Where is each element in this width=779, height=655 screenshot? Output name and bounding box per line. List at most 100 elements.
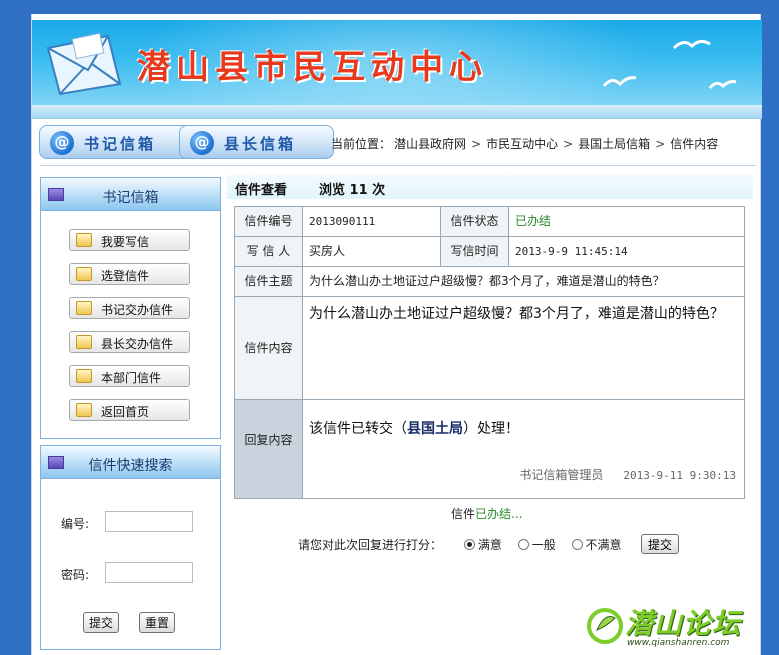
forum-watermark: 潜山论坛 www.qianshanren.com (585, 600, 775, 652)
tab-county-mayor-mailbox[interactable]: @ 县长信箱 (179, 125, 334, 159)
number-input[interactable] (105, 511, 193, 532)
password-input[interactable] (105, 562, 193, 583)
number-label-cell: 信件编号 (235, 207, 303, 237)
tab-label: 县长信箱 (224, 135, 297, 153)
breadcrumb-separator: > (655, 137, 666, 151)
rating-option-label: 一般 (531, 538, 556, 552)
letter-title-bar: 信件查看 浏览 11 次 (227, 175, 753, 199)
reply-prefix: 该信件已转交（ (309, 421, 407, 437)
rating-submit-button[interactable]: 提交 (641, 534, 679, 554)
header-banner: 潜山县市民互动中心 (32, 20, 762, 105)
breadcrumb-link[interactable]: 潜山县政府网 (394, 137, 466, 151)
panel-header: 信件快速搜索 (41, 446, 220, 479)
rating-option-label: 满意 (477, 538, 502, 552)
time-label-cell: 写信时间 (441, 237, 509, 267)
letter-subject: 为什么潜山办土地证过户超级慢？都3个月了，难道是潜山的特色？ (309, 274, 665, 288)
mailbox-menu-panel: 书记信箱 我要写信 选登信件 书记交办信件 县长交办信件 本部门信件 返回首页 (40, 177, 221, 439)
envelope-logo-icon (46, 32, 122, 96)
reply-footer: 书记信箱管理员 2013-9-11 9:30:13 (519, 466, 736, 483)
number-label: 编号: (61, 517, 90, 531)
table-label: 写 信 人 (246, 244, 291, 258)
at-icon: @ (190, 131, 214, 155)
menu-mayor-assigned-button[interactable]: 县长交办信件 (69, 331, 190, 353)
breadcrumb-separator: > (563, 137, 574, 151)
menu-label: 书记交办信件 (101, 303, 174, 317)
reply-label-cell: 回复内容 (235, 400, 303, 498)
writer-value-cell: 买房人 (303, 237, 441, 267)
writer-label-cell: 写 信 人 (235, 237, 303, 267)
letter-view-title: 信件查看 (235, 183, 288, 198)
home-icon (76, 403, 92, 417)
status-value-cell: 已办结 (509, 207, 744, 237)
menu-label: 本部门信件 (101, 371, 162, 385)
search-submit-button[interactable]: 提交 (83, 612, 119, 633)
breadcrumb: 当前位置： 潜山县政府网 > 市民互动中心 > 县国土局信箱 > 信件内容 (331, 135, 721, 152)
password-label: 密码: (61, 568, 90, 582)
menu-label: 返回首页 (101, 405, 150, 419)
breadcrumb-separator: > (471, 137, 482, 151)
department-letters-icon (76, 369, 92, 383)
subject-value-cell: 为什么潜山办土地证过户超级慢？都3个月了，难道是潜山的特色？ (303, 267, 744, 297)
write-mail-icon (76, 233, 92, 247)
quick-search-panel: 信件快速搜索 编号: 密码: 提交 重置 (40, 445, 221, 650)
selected-letters-icon (76, 267, 92, 281)
number-value-cell: 2013090111 (303, 207, 441, 237)
letter-content: 为什么潜山办土地证过户超级慢？都3个月了，难道是潜山的特色？ (309, 306, 724, 322)
menu-secretary-assigned-button[interactable]: 书记交办信件 (69, 297, 190, 319)
breadcrumb-prefix: 当前位置： (331, 137, 392, 151)
rating-option-unsatisfied[interactable]: 不满意 (571, 536, 622, 553)
banner-strip (32, 105, 762, 119)
breadcrumb-link[interactable]: 市民互动中心 (486, 137, 558, 151)
reply-department: 县国土局 (407, 421, 463, 437)
subject-label-cell: 信件主题 (235, 267, 303, 297)
panel-title: 信件快速搜索 (88, 458, 173, 474)
content-value-cell: 为什么潜山办土地证过户超级慢？都3个月了，难道是潜山的特色？ (303, 297, 744, 400)
site-title: 潜山县市民互动中心 (137, 47, 488, 86)
table-label: 回复内容 (244, 433, 293, 447)
reply-suffix: ）处理！ (463, 421, 519, 437)
menu-department-letters-button[interactable]: 本部门信件 (69, 365, 190, 387)
letter-detail-table: 信件编号 2013090111 信件状态 已办结 写 信 人 买房人 写信时间 … (234, 206, 745, 499)
leaf-logo-icon (587, 608, 623, 644)
search-reset-button[interactable]: 重置 (139, 612, 175, 633)
content-label-cell: 信件内容 (235, 297, 303, 400)
status-prefix: 信件 (451, 507, 476, 521)
table-label: 信件编号 (244, 214, 293, 228)
menu-home-button[interactable]: 返回首页 (69, 399, 190, 421)
seagull-icon (672, 39, 711, 50)
reply-author: 书记信箱管理员 (519, 468, 604, 482)
table-label: 写信时间 (450, 244, 499, 258)
tab-label: 书记信箱 (84, 135, 157, 153)
table-label: 信件状态 (450, 214, 499, 228)
status-line: 信件已办结... (451, 505, 522, 522)
watermark-url: www.qianshanren.com (627, 638, 730, 648)
reply-text: 该信件已转交（县国土局）处理！ (309, 418, 519, 438)
letter-writer: 买房人 (309, 244, 346, 258)
page-frame: 潜山县市民互动中心 @ 书记信箱 @ 县长信箱 当前位置： 潜山县政府网 > 市民互动… (31, 14, 762, 655)
reply-value-cell: 该信件已转交（县国土局）处理！ 书记信箱管理员 2013-9-11 9:30:13 (303, 400, 744, 498)
menu-selected-letters-button[interactable]: 选登信件 (69, 263, 190, 285)
seagull-icon (602, 76, 637, 87)
table-label: 信件主题 (244, 274, 293, 288)
rating-option-satisfied[interactable]: 满意 (463, 536, 502, 553)
seagull-icon (708, 80, 737, 89)
time-value-cell: 2013-9-9 11:45:14 (509, 237, 744, 267)
table-label: 信件内容 (244, 341, 293, 355)
status-label-cell: 信件状态 (441, 207, 509, 237)
rating-prompt: 请您对此次回复进行打分： (298, 538, 443, 552)
radio-selected-icon[interactable] (463, 539, 475, 550)
panel-title: 书记信箱 (102, 190, 159, 206)
radio-icon[interactable] (517, 539, 529, 550)
watermark-text: 潜山论坛 (625, 607, 742, 640)
rating-option-label: 不满意 (585, 538, 622, 552)
letter-status: 已办结 (515, 214, 552, 228)
radio-icon[interactable] (571, 539, 583, 550)
tab-secretary-mailbox[interactable]: @ 书记信箱 (39, 125, 194, 159)
breadcrumb-link[interactable]: 县国土局信箱 (578, 137, 650, 151)
menu-label: 我要写信 (101, 235, 150, 249)
menu-write-letter-button[interactable]: 我要写信 (69, 229, 190, 251)
panel-header: 书记信箱 (41, 178, 220, 211)
assigned-letters-icon (76, 301, 92, 315)
letter-time: 2013-9-9 11:45:14 (515, 245, 628, 258)
rating-option-average[interactable]: 一般 (517, 536, 556, 553)
